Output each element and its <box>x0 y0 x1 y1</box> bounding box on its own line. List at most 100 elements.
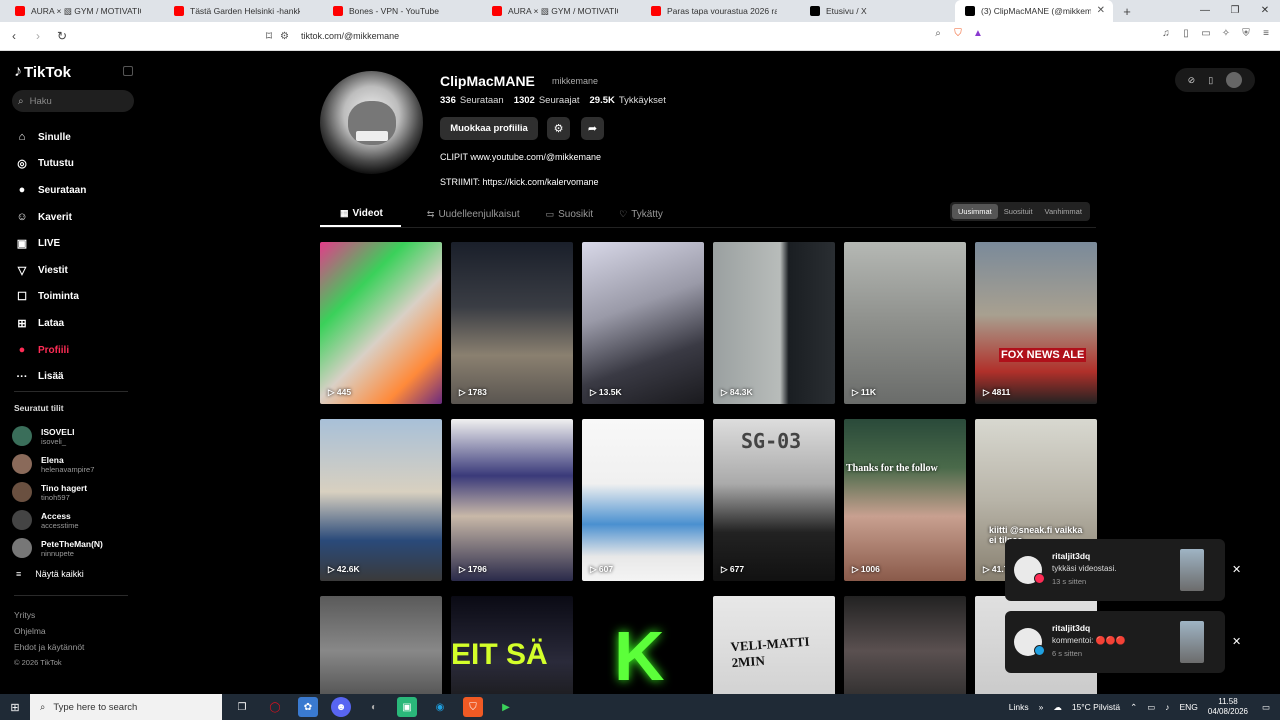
bookmark-icon[interactable]: ⌑ <box>259 29 279 43</box>
wallet-icon[interactable]: ▭ <box>1200 28 1212 42</box>
close-icon[interactable]: ✕ <box>1232 563 1241 576</box>
video-thumbnail[interactable]: ▷ 84.3K <box>713 242 835 404</box>
notification-card[interactable]: ritaljit3dq kommentoi: 🔴🔴🔴 6 s sitten ✕ <box>1005 611 1241 673</box>
collapse-sidebar-icon[interactable] <box>123 66 133 76</box>
new-tab-button[interactable]: + <box>1116 4 1138 19</box>
forward-icon[interactable]: › <box>28 29 48 43</box>
opera-icon[interactable]: ◯ <box>265 697 285 717</box>
address-bar[interactable]: ⚙ tiktok.com/@mikkemane <box>280 25 945 47</box>
sidebar-icon[interactable]: ▯ <box>1180 28 1192 42</box>
edge-icon[interactable]: ◉ <box>430 697 450 717</box>
footer-link[interactable]: Ehdot ja käytännöt <box>14 639 84 655</box>
zoom-icon[interactable]: ⌕ <box>932 28 944 42</box>
profile-avatar[interactable] <box>320 71 423 174</box>
followers-stat[interactable]: 1302 Seuraajat <box>514 95 580 106</box>
brave-icon[interactable]: ⛉ <box>463 697 483 717</box>
video-thumbnail[interactable]: SG-03 ▷ 677 <box>713 419 835 581</box>
sort-option[interactable]: Suosituit <box>998 204 1039 219</box>
video-thumbnail[interactable]: ▷ 1783 <box>451 242 573 404</box>
close-icon[interactable]: ✕ <box>1232 635 1241 648</box>
clock[interactable]: 11.58 04/08/2026 <box>1208 697 1248 717</box>
app3-icon[interactable]: ▣ <box>397 697 417 717</box>
profile-tab[interactable]: ⇆ Uudelleenjulkaisut <box>427 201 520 227</box>
weather-icon[interactable]: ☁ <box>1053 702 1062 713</box>
settings-button[interactable]: ⚙ <box>547 117 570 140</box>
video-thumbnail[interactable]: Thanks for the follow ▷ 1006 <box>844 419 966 581</box>
video-thumbnail[interactable]: VELI-MATTI 2MIN <box>713 596 835 706</box>
browser-tab[interactable]: AURA × ▧ GYM / MOTIVATION × E <box>482 0 640 22</box>
share-button[interactable]: ➦ <box>581 117 604 140</box>
reload-icon[interactable]: ↻ <box>52 29 72 43</box>
tiktok-logo[interactable]: ♪ TikTok <box>14 63 71 81</box>
following-item[interactable]: Elena helenavampire7 <box>12 450 137 478</box>
nav-item[interactable]: ▽ Viestit <box>14 257 139 284</box>
phone-icon[interactable]: ▯ <box>1208 75 1213 86</box>
nav-item[interactable]: ● Profiili <box>14 337 139 364</box>
vpn-icon[interactable]: ⛨ <box>1240 28 1252 42</box>
following-item[interactable]: Access accesstime <box>12 506 137 534</box>
notifications-icon[interactable]: ▭ <box>1262 702 1270 713</box>
sort-option[interactable]: Vanhimmat <box>1039 204 1088 219</box>
extensions-icon[interactable]: ✧ <box>1220 28 1232 42</box>
video-thumbnail[interactable] <box>320 596 442 706</box>
app4-icon[interactable]: ▶ <box>496 697 516 717</box>
app2-icon[interactable]: ◐ <box>364 697 384 717</box>
notification-card[interactable]: ritaljit3dq tykkäsi videostasi. 13 s sitte… <box>1005 539 1241 601</box>
following-stat[interactable]: 336 Seurataan <box>440 95 504 106</box>
links-toolbar[interactable]: Links <box>1009 702 1029 712</box>
browser-tab[interactable]: (3) ClipMacMANE (@mikkemane ✕ <box>955 0 1113 22</box>
video-thumbnail[interactable]: ▷ 11K <box>844 242 966 404</box>
show-all-link[interactable]: ≡ Näytä kaikki <box>12 562 137 586</box>
profile-tab[interactable]: ▭ Suosikit <box>546 201 594 227</box>
brave-rewards-icon[interactable]: ▲ <box>972 28 984 42</box>
following-item[interactable]: Tino hagert tinoh597 <box>12 478 137 506</box>
sort-option[interactable]: Uusimmat <box>952 204 998 219</box>
browser-tab[interactable]: Paras tapa vourastua 2026 rakenna <box>641 0 799 22</box>
app-icon[interactable]: ✿ <box>298 697 318 717</box>
profile-tab[interactable]: ♡ Tykätty <box>619 201 663 227</box>
following-item[interactable]: PeteTheMan(N) ninnupete <box>12 534 137 562</box>
tab-close-icon[interactable]: ✕ <box>1097 5 1105 16</box>
video-thumbnail[interactable]: K <box>582 596 704 706</box>
task-view-icon[interactable]: ❐ <box>232 697 252 717</box>
browser-tab[interactable]: Tästä Garden Helsinki -hankkeessa <box>164 0 322 22</box>
profile-tab[interactable]: ▦ Videot <box>320 201 401 227</box>
network-icon[interactable]: ▭ <box>1147 702 1155 713</box>
nav-item[interactable]: ▣ LIVE <box>14 230 139 257</box>
video-thumbnail[interactable]: FOX NEWS ALE ▷ 4811 <box>975 242 1097 404</box>
footer-link[interactable]: Ohjelma <box>14 623 84 639</box>
nav-item[interactable]: ⌂ Sinulle <box>14 124 139 151</box>
video-thumbnail[interactable] <box>844 596 966 706</box>
lang-indicator[interactable]: ENG <box>1180 702 1198 712</box>
nav-item[interactable]: ◎ Tutustu <box>14 151 139 178</box>
nav-item[interactable]: ☐ Toiminta <box>14 284 139 311</box>
brave-shield-icon[interactable]: ⛉ <box>952 28 964 42</box>
menu-icon[interactable]: ≡ <box>1260 28 1272 42</box>
browser-tab[interactable]: AURA × ▧ GYM / MOTIVATION × E <box>5 0 163 22</box>
back-icon[interactable]: ‹ <box>4 29 24 43</box>
tray-up-icon[interactable]: ⌃ <box>1130 702 1137 713</box>
video-thumbnail[interactable]: ▷ 1796 <box>451 419 573 581</box>
video-thumbnail[interactable]: ▷ 42.6K <box>320 419 442 581</box>
discord-icon[interactable]: ☻ <box>331 697 351 717</box>
coins-icon[interactable]: ⊘ <box>1188 75 1196 86</box>
nav-item[interactable]: ⊞ Lataa <box>14 310 139 337</box>
nav-item[interactable]: ☺ Kaverit <box>14 204 139 231</box>
maximize-icon[interactable]: ❐ <box>1220 0 1250 22</box>
nav-item[interactable]: ● Seurataan <box>14 177 139 204</box>
user-avatar[interactable] <box>1226 72 1243 88</box>
video-thumbnail[interactable]: ▷ 445 <box>320 242 442 404</box>
video-thumbnail[interactable]: EIT SÄ <box>451 596 573 706</box>
close-icon[interactable]: ✕ <box>1250 0 1280 22</box>
browser-tab[interactable]: Etusivu / X <box>800 0 958 22</box>
media-icon[interactable]: ♫ <box>1160 28 1172 42</box>
nav-item[interactable]: ··· Lisää <box>14 363 139 390</box>
video-thumbnail[interactable]: ▷ 13.5K <box>582 242 704 404</box>
weather-text[interactable]: 15°C Pilvistä <box>1072 702 1120 712</box>
following-item[interactable]: ISOVELI isoveli_ <box>12 422 137 450</box>
footer-link[interactable]: Yritys <box>14 607 84 623</box>
taskbar-search[interactable]: ⌕ Type here to search <box>30 694 222 720</box>
video-thumbnail[interactable]: ▷ 607 <box>582 419 704 581</box>
browser-tab[interactable]: Bones - VPN - YouTube <box>323 0 481 22</box>
edit-profile-button[interactable]: Muokkaa profiilia <box>440 117 538 140</box>
